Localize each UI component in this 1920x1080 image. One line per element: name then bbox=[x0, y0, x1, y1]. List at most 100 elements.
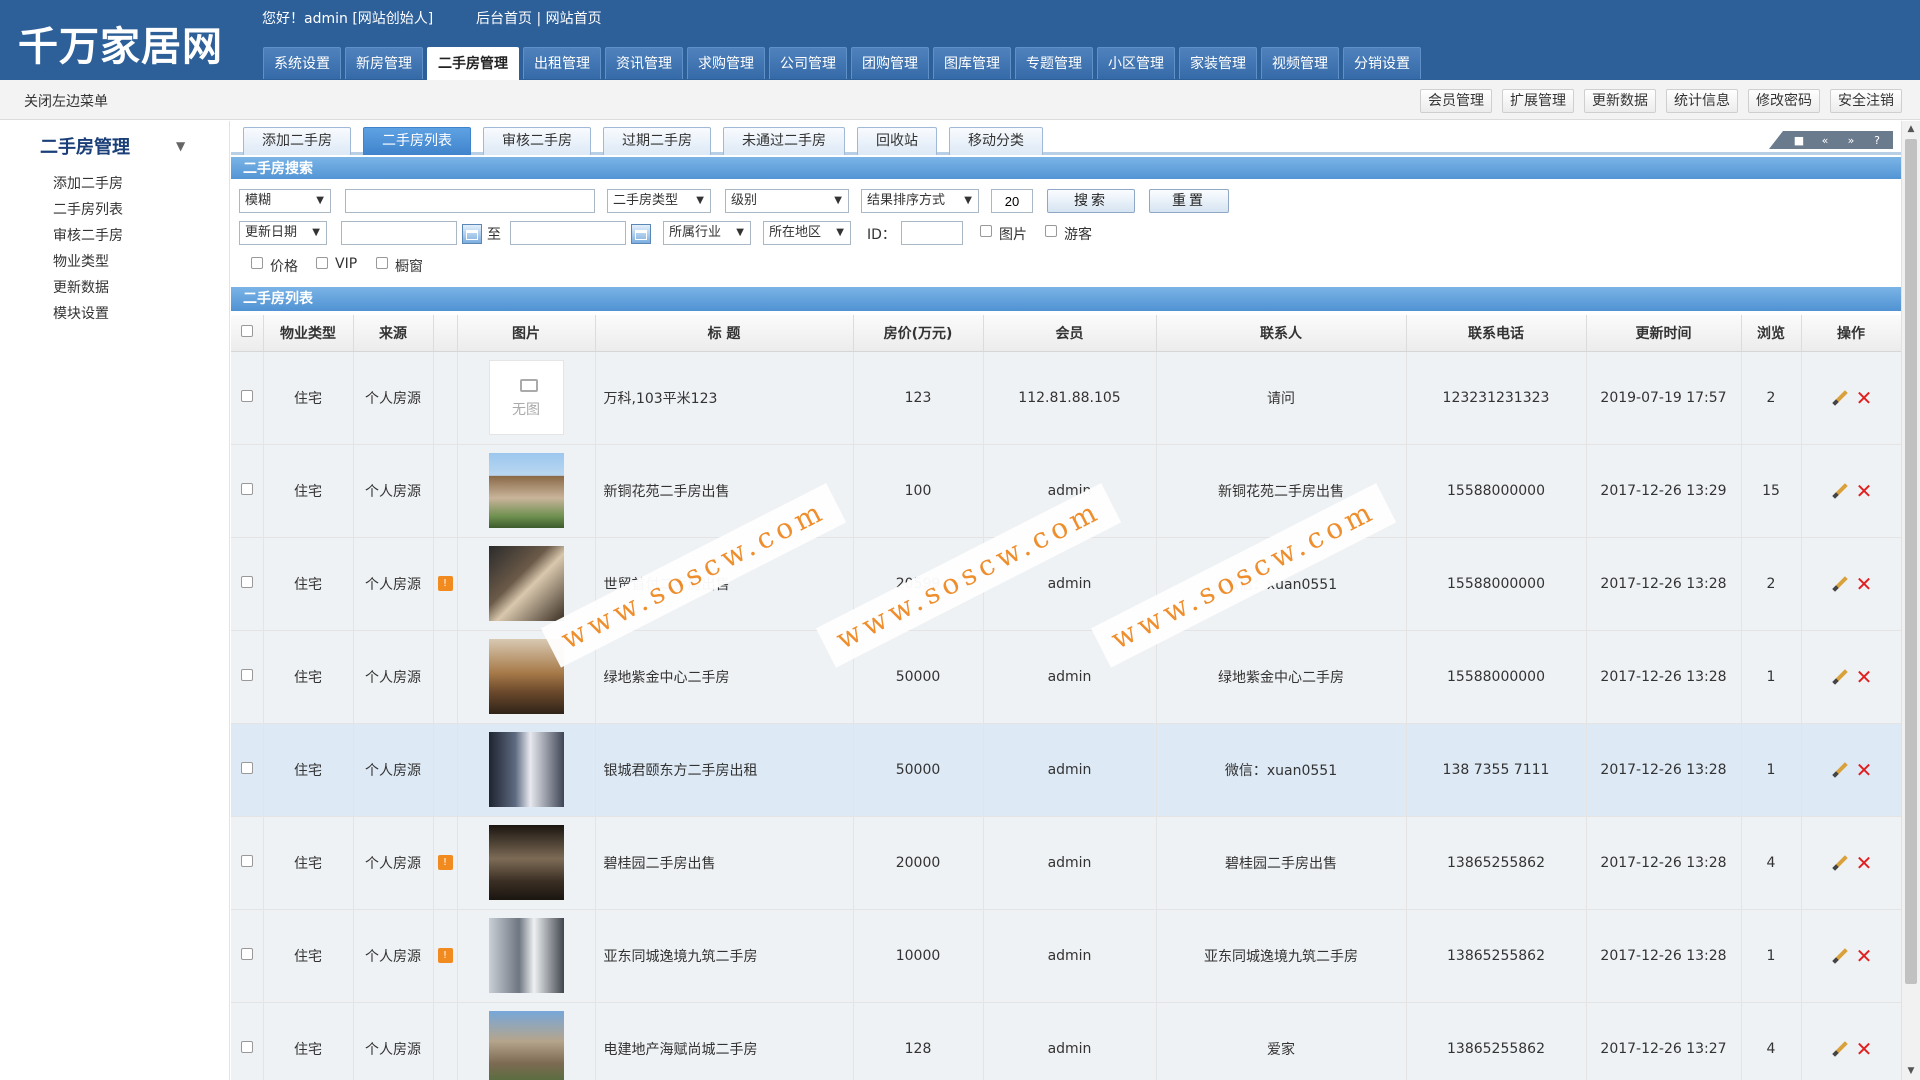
vip-checkbox[interactable] bbox=[316, 257, 328, 269]
title-cell[interactable]: 新铜花苑二手房出售 bbox=[595, 444, 854, 538]
edit-icon[interactable] bbox=[1830, 575, 1848, 593]
table-row[interactable]: 住宅 个人房源! 亚东同城逸境九筑二手房 10000 admin 亚东同城逸境九筑二手房 1… bbox=[231, 909, 1901, 1003]
next-icon[interactable]: » bbox=[1841, 134, 1861, 147]
type-select[interactable]: 二手房类型 ▼ bbox=[607, 189, 711, 213]
edit-icon[interactable] bbox=[1830, 854, 1848, 872]
subtab[interactable]: 回收站 bbox=[857, 127, 937, 155]
region-select[interactable]: 所在地区 ▼ bbox=[763, 221, 851, 245]
page-size-input[interactable] bbox=[991, 189, 1033, 213]
reset-button[interactable]: 重置 bbox=[1149, 189, 1229, 213]
close-left-menu-link[interactable]: 关闭左边菜单 bbox=[24, 91, 108, 111]
member-cell[interactable]: admin bbox=[983, 444, 1157, 538]
delete-icon[interactable]: ✕ bbox=[1856, 758, 1873, 782]
edit-icon[interactable] bbox=[1830, 1040, 1848, 1058]
member-cell[interactable]: 112.81.88.105 bbox=[983, 351, 1157, 445]
sort-select[interactable]: 结果排序方式 ▼ bbox=[861, 189, 979, 213]
scroll-thumb[interactable] bbox=[1905, 139, 1917, 984]
keyword-input[interactable] bbox=[345, 189, 595, 213]
price-checkbox[interactable] bbox=[251, 257, 263, 269]
calendar-icon[interactable] bbox=[631, 224, 651, 244]
table-row[interactable]: 住宅 个人房源 新铜花苑二手房出售 100 admin 新铜花苑二手房出售 15588000… bbox=[231, 444, 1901, 538]
site-logo[interactable]: 千万家居网 bbox=[18, 14, 223, 72]
row-checkbox[interactable] bbox=[240, 668, 253, 681]
col-header[interactable]: 房价(万元) bbox=[853, 315, 984, 352]
table-row[interactable]: 住宅 个人房源 电建地产海赋尚城二手房 128 admin 爱家 13865255862 20… bbox=[231, 1002, 1901, 1080]
help-icon[interactable]: ? bbox=[1867, 134, 1887, 147]
col-header[interactable]: 浏览 bbox=[1741, 315, 1802, 352]
delete-icon[interactable]: ✕ bbox=[1856, 944, 1873, 968]
nav-tab[interactable]: 二手房管理 bbox=[427, 47, 519, 80]
row-checkbox[interactable] bbox=[240, 575, 253, 588]
row-checkbox[interactable] bbox=[240, 389, 253, 402]
row-checkbox[interactable] bbox=[240, 482, 253, 495]
row-checkbox[interactable] bbox=[240, 1040, 253, 1053]
sidebar-item[interactable]: 二手房列表 bbox=[53, 197, 123, 223]
sidebar-title[interactable]: 二手房管理 bbox=[40, 133, 130, 159]
delete-icon[interactable]: ✕ bbox=[1856, 479, 1873, 503]
collapse-arrow-icon[interactable]: ▼ bbox=[176, 139, 185, 153]
scroll-down-icon[interactable]: ▼ bbox=[1902, 1063, 1920, 1080]
admin-button[interactable]: 修改密码 bbox=[1748, 89, 1820, 113]
nav-tab[interactable]: 新房管理 bbox=[345, 47, 423, 79]
showcase-checkbox[interactable] bbox=[376, 257, 388, 269]
col-header[interactable]: 图片 bbox=[457, 315, 596, 352]
member-cell[interactable]: admin bbox=[983, 723, 1157, 817]
row-checkbox[interactable] bbox=[240, 947, 253, 960]
title-cell[interactable]: 绿地紫金中心二手房 bbox=[595, 630, 854, 724]
listing-thumbnail[interactable] bbox=[488, 546, 564, 621]
title-cell[interactable]: 银城君颐东方二手房出租 bbox=[595, 723, 854, 817]
table-row[interactable]: 住宅 个人房源! 世贸首付二手房出售 20599 admin 微信：xuan0551 155… bbox=[231, 537, 1901, 631]
match-mode-select[interactable]: 模糊 ▼ bbox=[239, 189, 331, 213]
nav-tab[interactable]: 资讯管理 bbox=[605, 47, 683, 79]
member-cell[interactable]: admin bbox=[983, 630, 1157, 724]
subtab[interactable]: 未通过二手房 bbox=[723, 127, 845, 155]
subtab[interactable]: 二手房列表 bbox=[363, 127, 471, 155]
subtab[interactable]: 审核二手房 bbox=[483, 127, 591, 155]
select-all-checkbox[interactable] bbox=[240, 324, 253, 337]
listing-thumbnail[interactable] bbox=[488, 825, 564, 900]
col-header[interactable]: 联系人 bbox=[1156, 315, 1407, 352]
prev-icon[interactable]: « bbox=[1815, 134, 1835, 147]
delete-icon[interactable]: ✕ bbox=[1856, 1037, 1873, 1061]
image-checkbox[interactable] bbox=[980, 225, 992, 237]
sidebar-item[interactable]: 模块设置 bbox=[53, 301, 123, 327]
table-row[interactable]: 住宅 个人房源 银城君颐东方二手房出租 50000 admin 微信：xuan0551 13… bbox=[231, 723, 1901, 817]
nav-tab[interactable]: 图库管理 bbox=[933, 47, 1011, 79]
nav-tab[interactable]: 家装管理 bbox=[1179, 47, 1257, 79]
id-input[interactable] bbox=[901, 221, 963, 245]
title-cell[interactable]: 电建地产海赋尚城二手房 bbox=[595, 1002, 854, 1080]
sidebar-item[interactable]: 审核二手房 bbox=[53, 223, 123, 249]
site-home-link[interactable]: 网站首页 bbox=[546, 11, 602, 27]
admin-button[interactable]: 统计信息 bbox=[1666, 89, 1738, 113]
table-row[interactable]: 住宅 个人房源! 碧桂园二手房出售 20000 admin 碧桂园二手房出售 1386525… bbox=[231, 816, 1901, 910]
title-cell[interactable]: 亚东同城逸境九筑二手房 bbox=[595, 909, 854, 1003]
member-cell[interactable]: admin bbox=[983, 537, 1157, 631]
subtab[interactable]: 过期二手房 bbox=[603, 127, 711, 155]
nav-tab[interactable]: 小区管理 bbox=[1097, 47, 1175, 79]
sidebar-item[interactable]: 更新数据 bbox=[53, 275, 123, 301]
col-header[interactable]: 物业类型 bbox=[263, 315, 354, 352]
sidebar-item[interactable]: 添加二手房 bbox=[53, 171, 123, 197]
col-header[interactable]: 来源 bbox=[353, 315, 434, 352]
nav-tab[interactable]: 专题管理 bbox=[1015, 47, 1093, 79]
vertical-scrollbar[interactable]: ▲ ▼ bbox=[1901, 121, 1920, 1080]
admin-button[interactable]: 安全注销 bbox=[1830, 89, 1902, 113]
no-image-placeholder[interactable]: 无图 bbox=[488, 360, 564, 435]
date-to-input[interactable] bbox=[510, 221, 626, 245]
admin-button[interactable]: 扩展管理 bbox=[1502, 89, 1574, 113]
col-header[interactable]: 联系电话 bbox=[1406, 315, 1587, 352]
admin-button[interactable]: 更新数据 bbox=[1584, 89, 1656, 113]
col-header[interactable]: 会员 bbox=[983, 315, 1157, 352]
listing-thumbnail[interactable] bbox=[488, 453, 564, 528]
nav-tab[interactable]: 视频管理 bbox=[1261, 47, 1339, 79]
listing-thumbnail[interactable] bbox=[488, 918, 564, 993]
member-cell[interactable]: admin bbox=[983, 1002, 1157, 1080]
delete-icon[interactable]: ✕ bbox=[1856, 386, 1873, 410]
window-icon[interactable]: ■ bbox=[1789, 134, 1809, 147]
search-button[interactable]: 搜索 bbox=[1047, 189, 1135, 213]
sidebar-item[interactable]: 物业类型 bbox=[53, 249, 123, 275]
edit-icon[interactable] bbox=[1830, 668, 1848, 686]
edit-icon[interactable] bbox=[1830, 947, 1848, 965]
nav-tab[interactable]: 公司管理 bbox=[769, 47, 847, 79]
title-cell[interactable]: 世贸首付二手房出售 bbox=[595, 537, 854, 631]
